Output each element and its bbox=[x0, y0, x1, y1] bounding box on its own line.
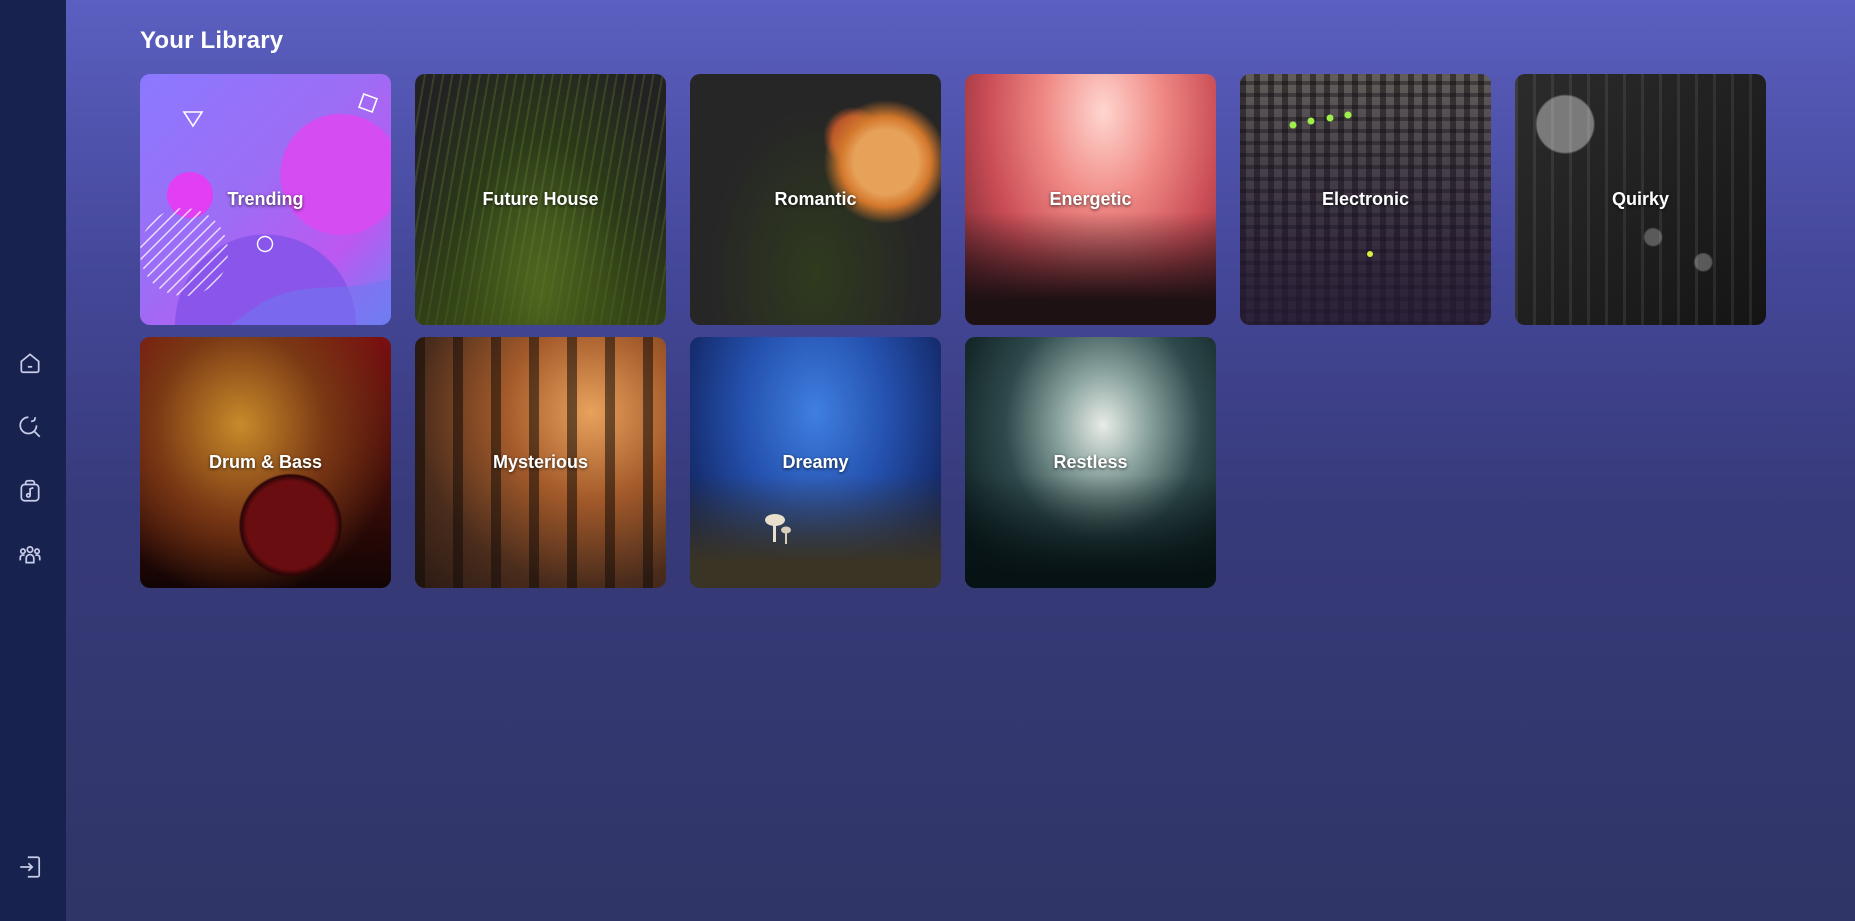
sign-in-icon[interactable] bbox=[15, 852, 45, 882]
card-label: Future House bbox=[482, 189, 599, 209]
card-energetic[interactable]: Energetic bbox=[965, 74, 1216, 325]
card-future-house[interactable]: Future House bbox=[415, 74, 666, 325]
card-electronic[interactable]: Electronic bbox=[1240, 74, 1491, 325]
card-label: Mysterious bbox=[492, 452, 589, 472]
card-label: Electronic bbox=[1321, 189, 1410, 209]
music-library-icon[interactable] bbox=[15, 476, 45, 506]
card-mysterious[interactable]: Mysterious bbox=[415, 337, 666, 588]
card-label: Trending bbox=[227, 189, 304, 209]
card-drum-and-bass[interactable]: Drum & Bass bbox=[140, 337, 391, 588]
main-content: Your Library Trending Future House Roman… bbox=[66, 0, 1855, 921]
card-label: Dreamy bbox=[782, 452, 849, 472]
home-icon[interactable] bbox=[15, 348, 45, 378]
community-icon[interactable] bbox=[15, 540, 45, 570]
card-label: Energetic bbox=[1049, 189, 1132, 209]
card-label: Drum & Bass bbox=[208, 452, 323, 472]
sidebar bbox=[0, 0, 66, 921]
card-label: Restless bbox=[1053, 452, 1128, 472]
library-grid: Trending Future House Romantic Energetic… bbox=[140, 74, 1766, 588]
card-label: Romantic bbox=[774, 189, 857, 209]
page-title: Your Library bbox=[140, 27, 284, 54]
card-romantic[interactable]: Romantic bbox=[690, 74, 941, 325]
card-trending[interactable]: Trending bbox=[140, 74, 391, 325]
card-dreamy[interactable]: Dreamy bbox=[690, 337, 941, 588]
card-quirky[interactable]: Quirky bbox=[1515, 74, 1766, 325]
card-label: Quirky bbox=[1611, 189, 1670, 209]
card-restless[interactable]: Restless bbox=[965, 337, 1216, 588]
search-icon[interactable] bbox=[15, 412, 45, 442]
